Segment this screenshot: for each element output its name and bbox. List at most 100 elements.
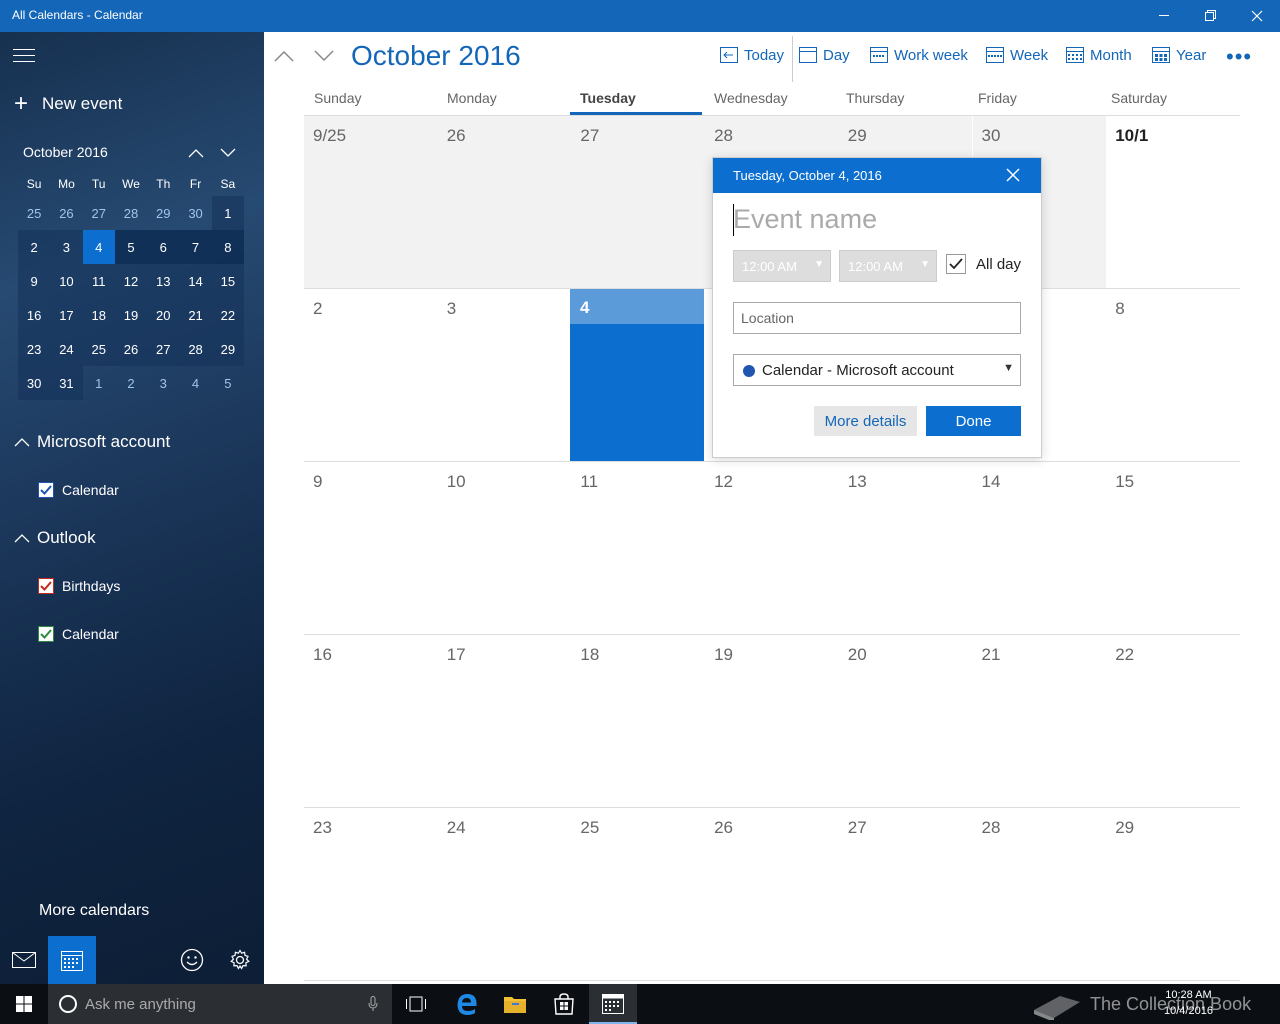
day-cell[interactable]: 10 (438, 462, 572, 634)
mini-day[interactable]: 26 (114, 332, 148, 366)
mini-day[interactable]: 18 (82, 298, 115, 332)
event-name-input[interactable]: Event name (733, 204, 877, 235)
day-cell[interactable]: 8 (1106, 289, 1240, 461)
mini-day[interactable]: 2 (115, 366, 147, 400)
mini-day[interactable]: 25 (18, 196, 50, 230)
all-day-checkbox[interactable]: All day (946, 254, 1021, 274)
day-cell[interactable]: 24 (438, 808, 572, 980)
mini-day[interactable]: 26 (50, 196, 82, 230)
more-details-button[interactable]: More details (814, 406, 917, 436)
more-calendars-link[interactable]: More calendars (39, 902, 149, 920)
hamburger-menu-icon[interactable] (13, 49, 35, 67)
next-month-button[interactable] (312, 46, 336, 66)
day-cell[interactable]: 26 (705, 808, 839, 980)
mini-day[interactable]: 1 (83, 366, 115, 400)
search-box[interactable]: Ask me anything (48, 984, 392, 1024)
day-cell[interactable]: 9 (304, 462, 438, 634)
day-cell[interactable]: 27 (839, 808, 973, 980)
day-cell[interactable]: 28 (973, 808, 1107, 980)
restore-button[interactable] (1188, 0, 1234, 32)
task-view-icon[interactable] (392, 984, 440, 1024)
mini-day[interactable]: 24 (50, 332, 83, 366)
store-icon[interactable] (540, 984, 588, 1024)
today-button[interactable]: Today (720, 46, 784, 64)
location-input[interactable]: Location (733, 302, 1021, 334)
day-cell[interactable]: 15 (1106, 462, 1240, 634)
day-cell[interactable]: 20 (839, 635, 973, 807)
mini-day[interactable]: 12 (114, 264, 148, 298)
calendar-item-outlook-calendar[interactable]: Calendar (38, 626, 119, 642)
mini-day[interactable]: 22 (211, 298, 244, 332)
edge-browser-icon[interactable] (443, 984, 491, 1024)
previous-month-button[interactable] (272, 46, 296, 66)
mini-day[interactable]: 30 (18, 366, 51, 400)
day-cell[interactable]: 10/1 (1106, 116, 1240, 288)
day-cell[interactable]: 23 (304, 808, 438, 980)
day-cell[interactable]: 18 (571, 635, 705, 807)
mini-day[interactable]: 17 (50, 298, 83, 332)
calendar-app-icon[interactable] (48, 936, 96, 984)
week-view-button[interactable]: Week (986, 46, 1048, 64)
mini-day[interactable]: 21 (179, 298, 212, 332)
mini-day[interactable]: 13 (147, 264, 180, 298)
mini-day[interactable]: 8 (211, 230, 244, 264)
day-cell[interactable]: 26 (437, 116, 572, 288)
day-cell[interactable]: 25 (571, 808, 705, 980)
mini-day[interactable]: 28 (115, 196, 147, 230)
new-event-button[interactable]: + New event (14, 92, 122, 116)
mini-day[interactable]: 1 (211, 196, 244, 230)
mini-day[interactable]: 9 (18, 264, 51, 298)
work-week-view-button[interactable]: Work week (870, 46, 968, 64)
year-view-button[interactable]: Year (1152, 46, 1206, 64)
month-view-button[interactable]: Month (1066, 46, 1132, 64)
checkbox-checked-icon[interactable] (38, 482, 54, 498)
day-cell[interactable]: 29 (1106, 808, 1240, 980)
checkbox-checked-icon[interactable] (946, 254, 966, 274)
microphone-icon[interactable] (368, 996, 378, 1012)
mini-day[interactable]: 28 (179, 332, 212, 366)
close-button[interactable] (1234, 0, 1280, 32)
day-cell[interactable]: 16 (304, 635, 438, 807)
calendar-item-birthdays[interactable]: Birthdays (38, 578, 120, 594)
day-cell[interactable]: 17 (438, 635, 572, 807)
checkbox-checked-icon[interactable] (38, 626, 54, 642)
day-cell-selected[interactable]: 4 (570, 289, 704, 461)
day-cell[interactable]: 3 (438, 289, 572, 461)
more-options-icon[interactable]: ••• (1226, 44, 1252, 70)
day-cell[interactable]: 13 (839, 462, 973, 634)
calendar-item-microsoft-calendar[interactable]: Calendar (38, 482, 119, 498)
mini-calendar-previous-button[interactable] (185, 142, 207, 164)
mini-day[interactable]: 6 (147, 230, 180, 264)
mini-day[interactable]: 16 (18, 298, 51, 332)
mini-day[interactable]: 15 (211, 264, 244, 298)
day-cell[interactable]: 12 (705, 462, 839, 634)
start-time-select[interactable]: 12:00 AM ▼ (733, 250, 831, 282)
minimize-button[interactable] (1142, 0, 1188, 32)
done-button[interactable]: Done (926, 406, 1021, 436)
calendar-select[interactable]: Calendar - Microsoft account ▼ (733, 354, 1021, 386)
mail-icon[interactable] (0, 936, 48, 984)
mini-day[interactable]: 27 (83, 196, 115, 230)
mini-day[interactable]: 3 (50, 230, 83, 264)
mini-day[interactable]: 14 (179, 264, 212, 298)
mini-day[interactable]: 5 (212, 366, 244, 400)
mini-day[interactable]: 11 (82, 264, 115, 298)
feedback-smiley-icon[interactable] (168, 936, 216, 984)
mini-day[interactable]: 19 (114, 298, 148, 332)
day-cell[interactable]: 9/25 (304, 116, 438, 288)
settings-gear-icon[interactable] (216, 936, 264, 984)
mini-day[interactable]: 4 (179, 366, 211, 400)
mini-day[interactable]: 29 (211, 332, 244, 366)
end-time-select[interactable]: 12:00 AM ▼ (839, 250, 937, 282)
mini-day-selected[interactable]: 4 (82, 230, 115, 264)
group-microsoft-account[interactable]: Microsoft account (14, 432, 170, 452)
mini-day[interactable]: 29 (147, 196, 179, 230)
day-cell[interactable]: 22 (1106, 635, 1240, 807)
day-cell[interactable]: 2 (304, 289, 438, 461)
mini-day[interactable]: 20 (147, 298, 180, 332)
mini-day[interactable]: 30 (179, 196, 211, 230)
day-cell[interactable]: 27 (571, 116, 706, 288)
calendar-taskbar-icon[interactable] (589, 984, 637, 1024)
mini-day[interactable]: 31 (50, 366, 83, 400)
mini-day[interactable]: 10 (50, 264, 83, 298)
